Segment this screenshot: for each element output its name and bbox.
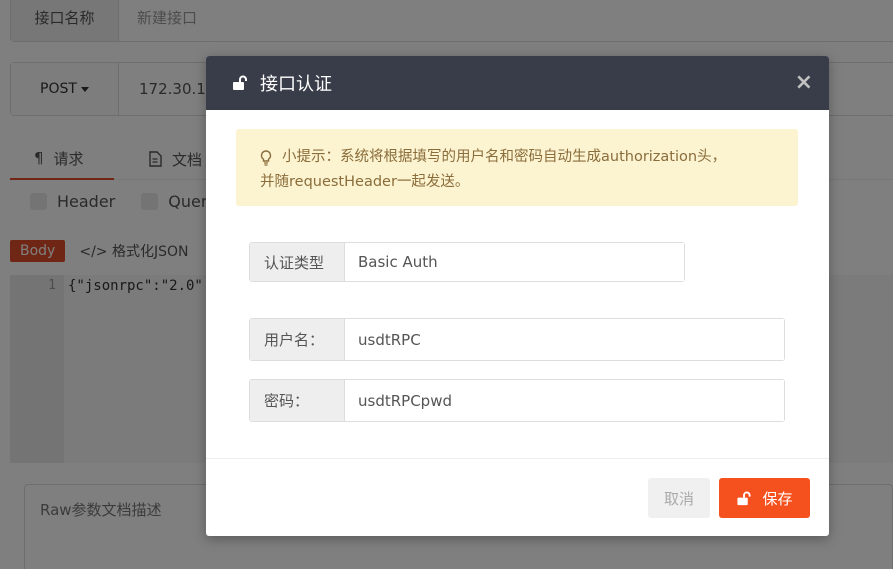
password-input[interactable]: usdtRPCpwd xyxy=(345,380,784,421)
username-label: 用户名： xyxy=(250,319,345,360)
username-field: 用户名： usdtRPC xyxy=(249,318,785,361)
modal-footer: 取消 保存 xyxy=(206,458,829,536)
auth-type-select[interactable]: Basic Auth xyxy=(345,243,684,281)
tip-text-line1: 小提示：系统将根据填写的用户名和密码自动生成authorization头， xyxy=(282,149,727,165)
auth-type-label: 认证类型 xyxy=(250,243,345,281)
save-button-label: 保存 xyxy=(762,489,793,508)
close-icon[interactable]: × xyxy=(795,72,813,94)
cancel-button[interactable]: 取消 xyxy=(648,478,710,518)
username-input[interactable]: usdtRPC xyxy=(345,319,784,360)
save-button[interactable]: 保存 xyxy=(719,478,810,518)
auth-type-field: 认证类型 Basic Auth xyxy=(249,242,685,282)
password-field: 密码： usdtRPCpwd xyxy=(249,379,785,422)
password-label: 密码： xyxy=(250,380,345,421)
unlock-icon xyxy=(737,491,752,505)
unlock-icon xyxy=(233,75,247,90)
tip-text-line2: 并随requestHeader一起发送。 xyxy=(260,174,470,190)
tip-box: 小提示：系统将根据填写的用户名和密码自动生成authorization头， 并随… xyxy=(236,129,798,206)
modal-title: 接口认证 xyxy=(260,74,332,95)
modal-header: 接口认证 × xyxy=(206,56,829,110)
lightbulb-icon xyxy=(260,149,272,166)
auth-modal: 接口认证 × 小提示：系统将根据填写的用户名和密码自动生成authorizati… xyxy=(206,56,829,536)
